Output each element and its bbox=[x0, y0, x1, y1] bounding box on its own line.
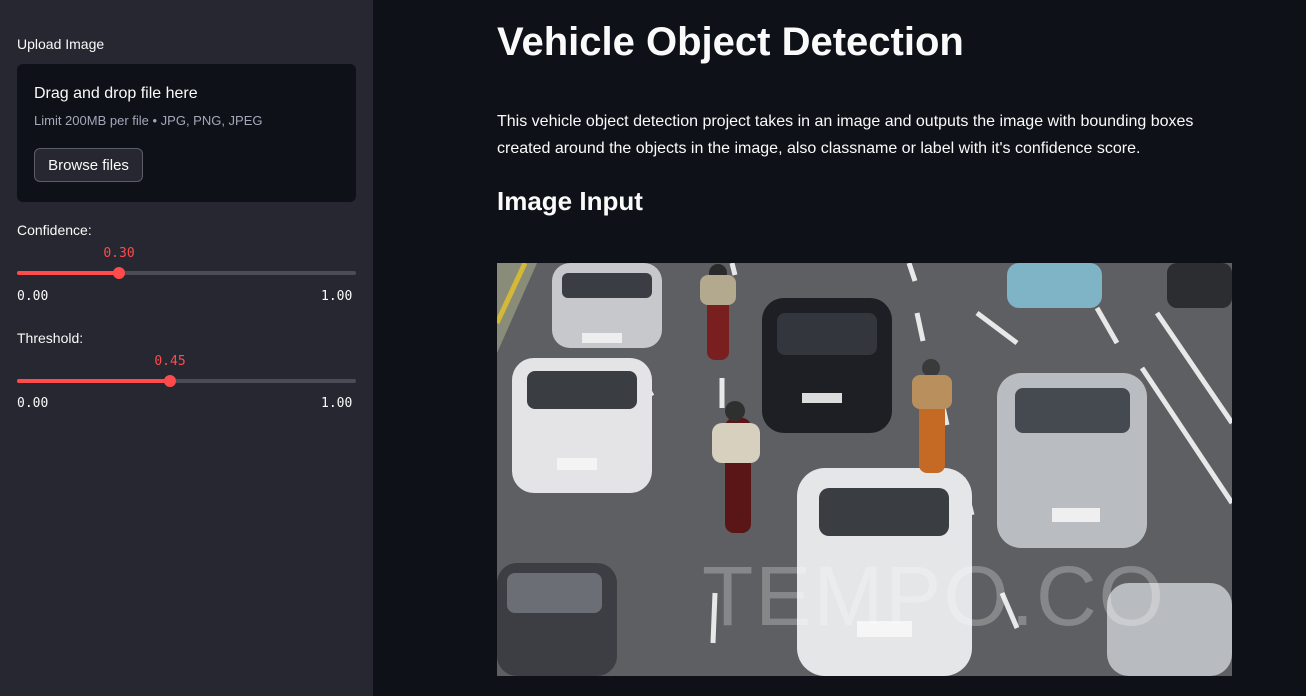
threshold-slider[interactable]: 0.45 bbox=[17, 354, 356, 387]
threshold-slider-thumb[interactable] bbox=[164, 375, 176, 387]
main-content: Vehicle Object Detection This vehicle ob… bbox=[373, 0, 1306, 696]
image-input-heading: Image Input bbox=[497, 186, 643, 216]
file-dropzone[interactable]: Drag and drop file here Limit 200MB per … bbox=[17, 64, 356, 202]
sidebar: Upload Image Drag and drop file here Lim… bbox=[0, 0, 373, 696]
browse-files-button[interactable]: Browse files bbox=[34, 148, 143, 182]
confidence-slider-fill bbox=[17, 271, 119, 275]
upload-label: Upload Image bbox=[17, 36, 105, 52]
confidence-slider[interactable]: 0.30 bbox=[17, 246, 356, 279]
threshold-value: 0.45 bbox=[154, 354, 186, 369]
input-image: TEMPO.CO bbox=[497, 263, 1232, 676]
confidence-label: Confidence: bbox=[17, 222, 92, 238]
confidence-min: 0.00 bbox=[17, 289, 49, 304]
dropzone-text: Drag and drop file here bbox=[34, 85, 198, 102]
page-title: Vehicle Object Detection bbox=[497, 20, 964, 64]
confidence-max: 1.00 bbox=[321, 289, 353, 304]
threshold-max: 1.00 bbox=[321, 396, 353, 411]
confidence-slider-thumb[interactable] bbox=[113, 267, 125, 279]
image-watermark: TEMPO.CO bbox=[702, 549, 1167, 643]
threshold-min: 0.00 bbox=[17, 396, 49, 411]
threshold-label: Threshold: bbox=[17, 330, 84, 346]
threshold-slider-fill bbox=[17, 379, 170, 383]
app-root: Upload Image Drag and drop file here Lim… bbox=[0, 0, 1306, 696]
dropzone-limit-text: Limit 200MB per file • JPG, PNG, JPEG bbox=[34, 113, 263, 128]
description-text: This vehicle object detection project ta… bbox=[497, 113, 1194, 157]
confidence-value: 0.30 bbox=[103, 246, 135, 261]
